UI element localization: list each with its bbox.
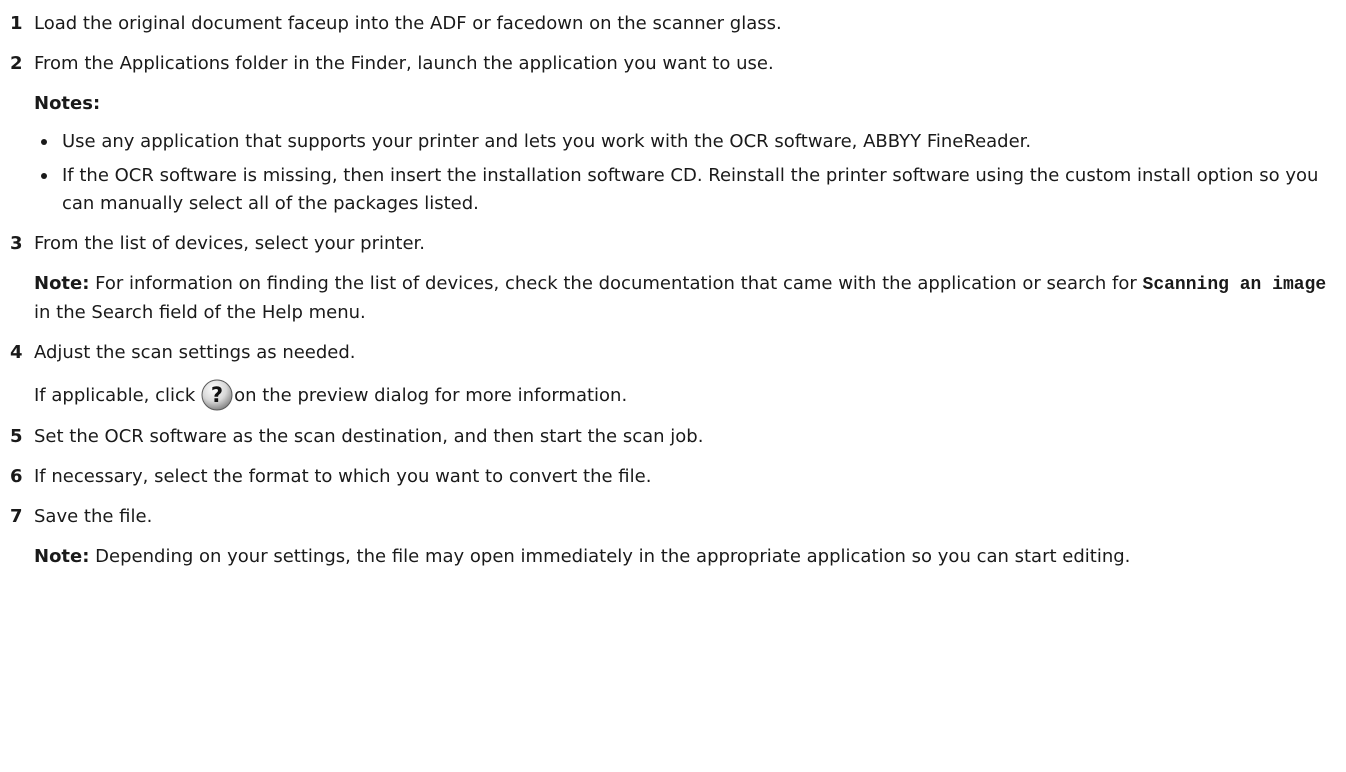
list-item-text: If the OCR software is missing, then ins… bbox=[62, 165, 1319, 214]
step-text: Adjust the scan settings as needed. bbox=[34, 342, 356, 363]
note-label: Note: bbox=[34, 273, 90, 294]
note-paragraph: Note: Depending on your settings, the fi… bbox=[34, 543, 1340, 571]
list-item-text: Use any application that supports your p… bbox=[62, 131, 1032, 152]
step-text: From the list of devices, select your pr… bbox=[34, 233, 425, 254]
instruction-text: If applicable, click bbox=[34, 385, 202, 406]
note-label: Note: bbox=[34, 546, 90, 567]
step-3: 3 From the list of devices, select your … bbox=[10, 230, 1340, 327]
bullet-icon bbox=[41, 139, 47, 145]
notes-heading: Notes: bbox=[34, 93, 101, 114]
step-number: 7 bbox=[10, 506, 23, 527]
step-text: If necessary, select the format to which… bbox=[34, 466, 652, 487]
note-text: in the Search field of the Help menu. bbox=[34, 302, 366, 323]
step-text: Load the original document faceup into t… bbox=[34, 13, 782, 34]
step-text: Set the OCR software as the scan destina… bbox=[34, 426, 704, 447]
note-text: Depending on your settings, the file may… bbox=[89, 546, 1131, 567]
note-text: For information on finding the list of d… bbox=[89, 273, 1143, 294]
step-7: 7 Save the file. Note: Depending on your… bbox=[10, 503, 1340, 571]
help-question-icon: ? bbox=[201, 379, 233, 411]
step-number: 3 bbox=[10, 233, 23, 254]
step-text: Save the file. bbox=[34, 506, 153, 527]
notes-list: Use any application that supports your p… bbox=[34, 128, 1340, 218]
step-number: 4 bbox=[10, 342, 23, 363]
step-4: 4 Adjust the scan settings as needed. If… bbox=[10, 339, 1340, 411]
note-code: Scanning an image bbox=[1142, 275, 1327, 295]
step-number: 6 bbox=[10, 466, 23, 487]
step-6: 6 If necessary, select the format to whi… bbox=[10, 463, 1340, 491]
step-5: 5 Set the OCR software as the scan desti… bbox=[10, 423, 1340, 451]
step-text: From the Applications folder in the Find… bbox=[34, 53, 774, 74]
step-number: 5 bbox=[10, 426, 23, 447]
step-2: 2 From the Applications folder in the Fi… bbox=[10, 50, 1340, 218]
step-1: 1 Load the original document faceup into… bbox=[10, 10, 1340, 38]
instruction-text: on the preview dialog for more informati… bbox=[234, 385, 628, 406]
step-number: 2 bbox=[10, 53, 23, 74]
document-body: 1 Load the original document faceup into… bbox=[10, 10, 1340, 571]
note-paragraph: Note: For information on finding the lis… bbox=[34, 270, 1340, 327]
instruction-paragraph: If applicable, click ? on the preview di… bbox=[34, 379, 1340, 411]
svg-text:?: ? bbox=[211, 383, 223, 407]
list-item: Use any application that supports your p… bbox=[34, 128, 1340, 156]
step-number: 1 bbox=[10, 13, 23, 34]
list-item: If the OCR software is missing, then ins… bbox=[34, 162, 1340, 218]
bullet-icon bbox=[41, 173, 47, 179]
